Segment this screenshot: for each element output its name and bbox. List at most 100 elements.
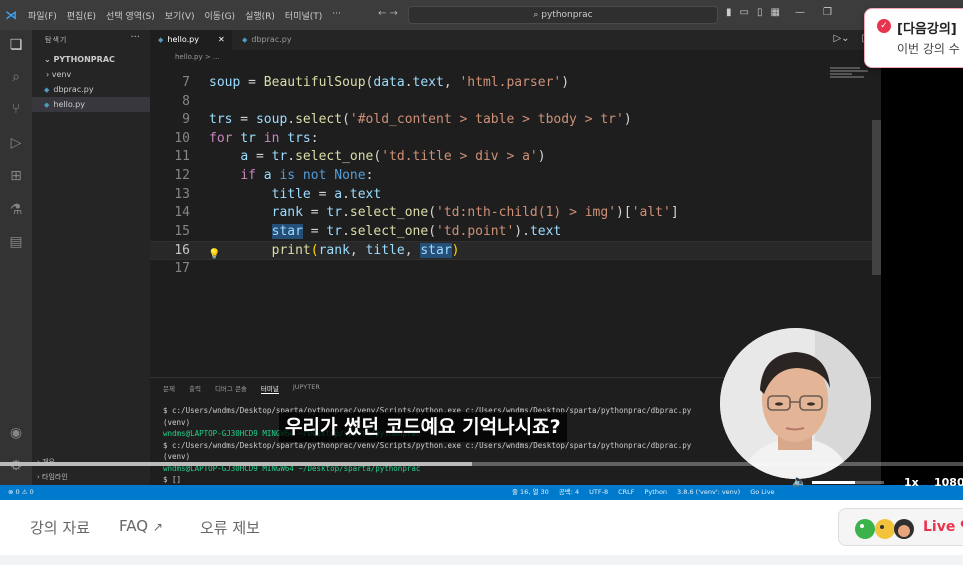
tree-item-dbprac[interactable]: ◆ dbprac.py xyxy=(32,82,150,97)
line-number: 7 xyxy=(182,75,190,90)
menu-item-edit[interactable]: 편집(E) xyxy=(67,9,96,22)
terminal-line: (venv) xyxy=(163,417,191,427)
close-tab-icon[interactable]: ✕ xyxy=(218,30,225,50)
settings-gear-icon[interactable]: ⚙ xyxy=(7,457,25,475)
breadcrumb[interactable]: hello.py > ... xyxy=(175,53,220,61)
timeline-label: 타임라인 xyxy=(42,473,68,481)
layout-icon[interactable]: ▦ xyxy=(770,7,779,18)
line-ending[interactable]: CRLF xyxy=(618,485,634,500)
code-line[interactable]: 16 print(rank, title, star) 💡 xyxy=(150,241,875,260)
tab-debug-console[interactable]: 디버그 콘솔 xyxy=(215,383,247,394)
activity-bar: ❏ ⌕ ⑂ ▷ ⊞ ⚗ ▤ ◉ ⚙ xyxy=(0,30,32,485)
menu-item-run[interactable]: 실행(R) xyxy=(245,9,275,22)
cursor-position[interactable]: 줄 16, 열 30 xyxy=(512,485,549,500)
python-interpreter[interactable]: 3.8.6 ('venv': venv) xyxy=(677,485,740,500)
explorer-icon[interactable]: ❏ xyxy=(7,36,25,54)
video-player[interactable]: ⋊ 파일(F) 편집(E) 선택 영역(S) 보기(V) 이동(G) 실행(R)… xyxy=(0,0,963,500)
video-progress-bar[interactable] xyxy=(0,462,963,466)
code-line[interactable]: 7 soup = BeautifulSoup(data.text, 'html.p… xyxy=(150,74,875,93)
external-link-icon: ↗ xyxy=(152,520,163,534)
account-icon[interactable]: ◉ xyxy=(7,424,25,442)
tab-problems[interactable]: 문제 xyxy=(163,383,175,394)
tree-item-venv[interactable]: › venv xyxy=(32,67,150,82)
next-lecture-toast[interactable]: ✓ [다음강의] 이번 강의 수 xyxy=(864,8,963,68)
extensions-icon[interactable]: ⊞ xyxy=(7,167,25,185)
volume-icon[interactable]: 🔈 xyxy=(792,474,807,488)
project-folder[interactable]: ⌄ PYTHONPRAC xyxy=(32,52,150,67)
quality-button[interactable]: 1080 xyxy=(934,476,963,489)
encoding[interactable]: UTF-8 xyxy=(589,485,608,500)
video-subtitle: 우리가 썼던 코드예요 기억나시죠? xyxy=(279,412,567,442)
code-text: for tr in trs: xyxy=(209,130,319,146)
nav-arrows-icon[interactable]: ← → xyxy=(378,8,398,19)
tree-item-hello[interactable]: ◆ hello.py xyxy=(32,97,150,112)
minimap[interactable] xyxy=(830,67,872,87)
tab-dbprac[interactable]: ◆ dbprac.py xyxy=(234,30,314,50)
remote-explorer-icon[interactable]: ▤ xyxy=(7,233,25,251)
code-line[interactable]: 10 for tr in trs: xyxy=(150,130,875,149)
run-debug-icon[interactable]: ▷ xyxy=(7,134,25,152)
code-text: soup = BeautifulSoup(data.text, 'html.pa… xyxy=(209,75,570,90)
toast-title: [다음강의] xyxy=(897,22,957,37)
toast-body: 이번 강의 수 xyxy=(897,42,960,56)
code-line[interactable]: 15 star = tr.select_one('td.point').text xyxy=(150,223,875,242)
lecture-materials-link[interactable]: 강의 자료 xyxy=(30,517,90,538)
code-line[interactable]: 11 a = tr.select_one('td.title > div > a… xyxy=(150,148,875,167)
code-text: a = tr.select_one('td.title > div > a') xyxy=(240,149,546,165)
code-text: trs = soup.select('#old_content > table … xyxy=(209,112,632,128)
go-live[interactable]: Go Live xyxy=(750,485,774,500)
tab-output[interactable]: 출력 xyxy=(189,383,201,394)
testing-icon[interactable]: ⚗ xyxy=(7,201,25,219)
indentation[interactable]: 공백: 4 xyxy=(559,485,579,500)
toggle-secondary-icon[interactable]: ▯ xyxy=(757,7,763,18)
menu-item-terminal[interactable]: 터미널(T) xyxy=(285,9,322,22)
tab-jupyter[interactable]: JUPYTER xyxy=(293,383,320,394)
line-number: 11 xyxy=(174,149,190,165)
problems-status[interactable]: ⊗ 0 ⚠ 0 xyxy=(8,485,34,500)
code-editor[interactable]: 7 soup = BeautifulSoup(data.text, 'html.p… xyxy=(150,67,875,377)
tab-hello[interactable]: ◆ hello.py ✕ xyxy=(150,30,232,50)
source-control-icon[interactable]: ⑂ xyxy=(7,100,25,118)
menu-item-view[interactable]: 보기(V) xyxy=(165,9,195,22)
more-actions-icon[interactable]: ··· xyxy=(130,32,140,43)
menu-item-file[interactable]: 파일(F) xyxy=(28,9,57,22)
code-line[interactable]: 8 xyxy=(150,93,875,112)
explorer-sidebar: 탐색기 ··· ⌄ PYTHONPRAC › venv ◆ dbprac.py ◆… xyxy=(32,30,150,485)
timeline-section[interactable]: › 타임라인 xyxy=(32,470,150,484)
menu-item-more[interactable]: ··· xyxy=(332,9,341,22)
terminal-line: (venv) xyxy=(163,452,191,461)
restore-icon[interactable]: ❐ xyxy=(823,7,832,18)
report-error-link[interactable]: 오류 제보 xyxy=(200,517,260,538)
run-file-icon[interactable]: ▷⌄ xyxy=(833,33,849,44)
tab-terminal[interactable]: 터미널 xyxy=(260,383,279,394)
instructor-portrait xyxy=(720,328,871,479)
language-mode[interactable]: Python xyxy=(645,485,668,500)
menu-item-selection[interactable]: 선택 영역(S) xyxy=(106,9,155,22)
faq-link[interactable]: FAQ ↗ xyxy=(119,517,163,535)
toggle-panel-icon[interactable]: ▭ xyxy=(740,7,749,18)
playback-speed-button[interactable]: 1x xyxy=(904,476,919,489)
lecture-player-page: ⋊ 파일(F) 편집(E) 선택 영역(S) 보기(V) 이동(G) 실행(R)… xyxy=(0,0,963,565)
code-line[interactable]: 9 trs = soup.select('#old_content > table… xyxy=(150,111,875,130)
line-number: 15 xyxy=(174,223,190,239)
faq-label: FAQ xyxy=(119,517,149,535)
editor-tabs: ◆hello.py✕ ◆dbprac.py ▷⌄ ◫ xyxy=(150,30,881,50)
code-line[interactable]: 12 if a is not None: xyxy=(150,167,875,186)
volume-slider[interactable] xyxy=(812,481,884,484)
window-controls: — ❐ xyxy=(795,7,832,18)
editor-scrollbar[interactable] xyxy=(872,120,881,275)
code-line[interactable]: 17 xyxy=(150,260,875,279)
live-text: Live xyxy=(923,519,956,535)
menu-item-go[interactable]: 이동(G) xyxy=(205,9,236,22)
minimize-icon[interactable]: — xyxy=(795,7,805,18)
line-number: 13 xyxy=(174,186,190,202)
code-line[interactable]: 14 rank = tr.select_one('td:nth-child(1)… xyxy=(150,204,875,223)
check-icon: ✓ xyxy=(877,19,891,33)
search-icon[interactable]: ⌕ xyxy=(7,68,25,86)
tree-item-label: venv xyxy=(51,70,72,79)
toggle-sidebar-icon[interactable]: ▮ xyxy=(726,7,732,18)
command-search[interactable]: ⌕ pythonprac xyxy=(408,6,718,24)
code-line[interactable]: 13 title = a.text xyxy=(150,186,875,205)
vscode-logo-icon: ⋊ xyxy=(5,8,17,22)
live-button[interactable]: Live ● xyxy=(838,508,963,546)
